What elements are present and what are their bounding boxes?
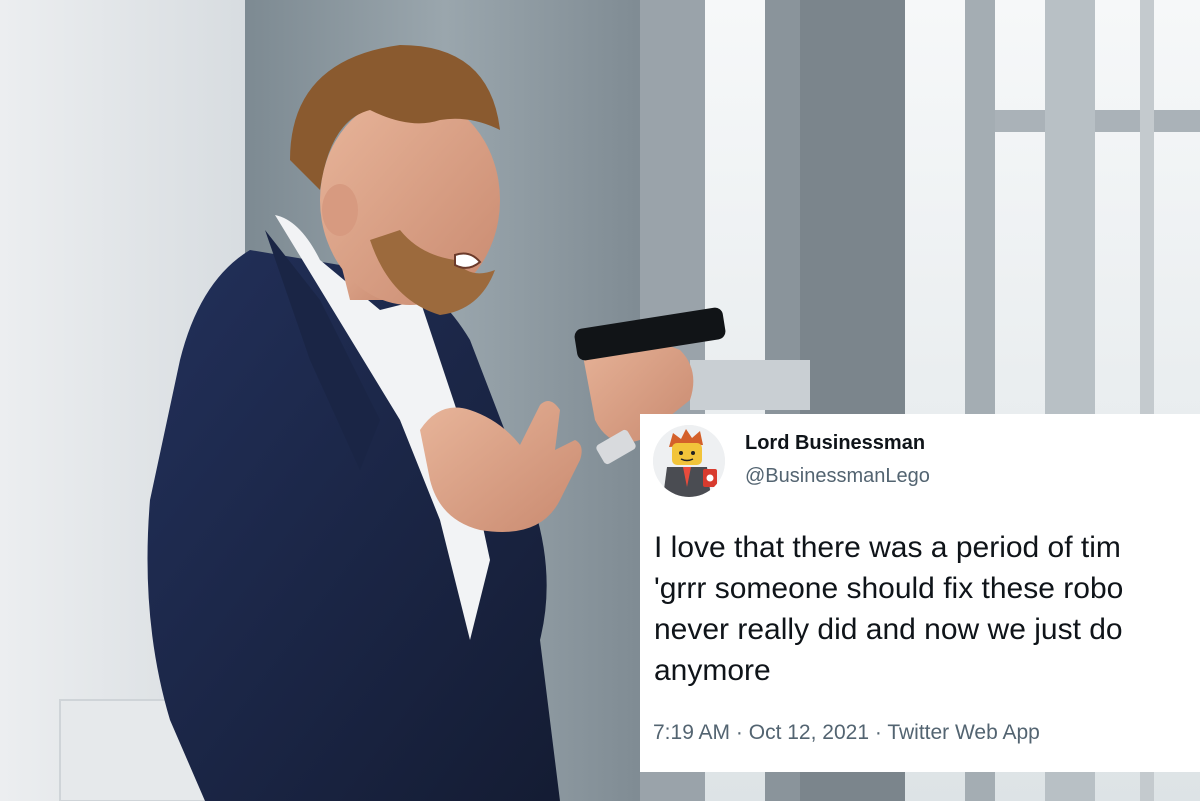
tweet-text-line: 'grrr someone should fix these robo bbox=[654, 572, 1124, 605]
lego-businessman-avatar-icon bbox=[653, 425, 725, 497]
tweet-time[interactable]: 7:19 AM bbox=[653, 721, 730, 744]
tweet-meta: 7:19 AM · Oct 12, 2021 · Twitter Web App bbox=[653, 721, 1040, 745]
display-name[interactable]: Lord Businessman bbox=[745, 432, 925, 455]
user-handle[interactable]: @BusinessmanLego bbox=[745, 465, 930, 488]
meme-image: Lord Businessman @BusinessmanLego I love… bbox=[0, 0, 1200, 801]
tweet-text-line: never really did and now we just do bbox=[654, 613, 1123, 646]
tweet-card: Lord Businessman @BusinessmanLego I love… bbox=[640, 414, 1200, 772]
tweet-text: I love that there was a period of tim 'g… bbox=[654, 527, 1200, 691]
tweet-source[interactable]: Twitter Web App bbox=[887, 721, 1040, 744]
tweet-date[interactable]: Oct 12, 2021 bbox=[749, 721, 869, 744]
avatar bbox=[653, 425, 725, 497]
meta-separator: · bbox=[874, 721, 882, 744]
tweet-text-line: anymore bbox=[654, 654, 771, 687]
meta-separator: · bbox=[735, 721, 743, 744]
tweet-text-line: I love that there was a period of tim bbox=[654, 531, 1121, 564]
